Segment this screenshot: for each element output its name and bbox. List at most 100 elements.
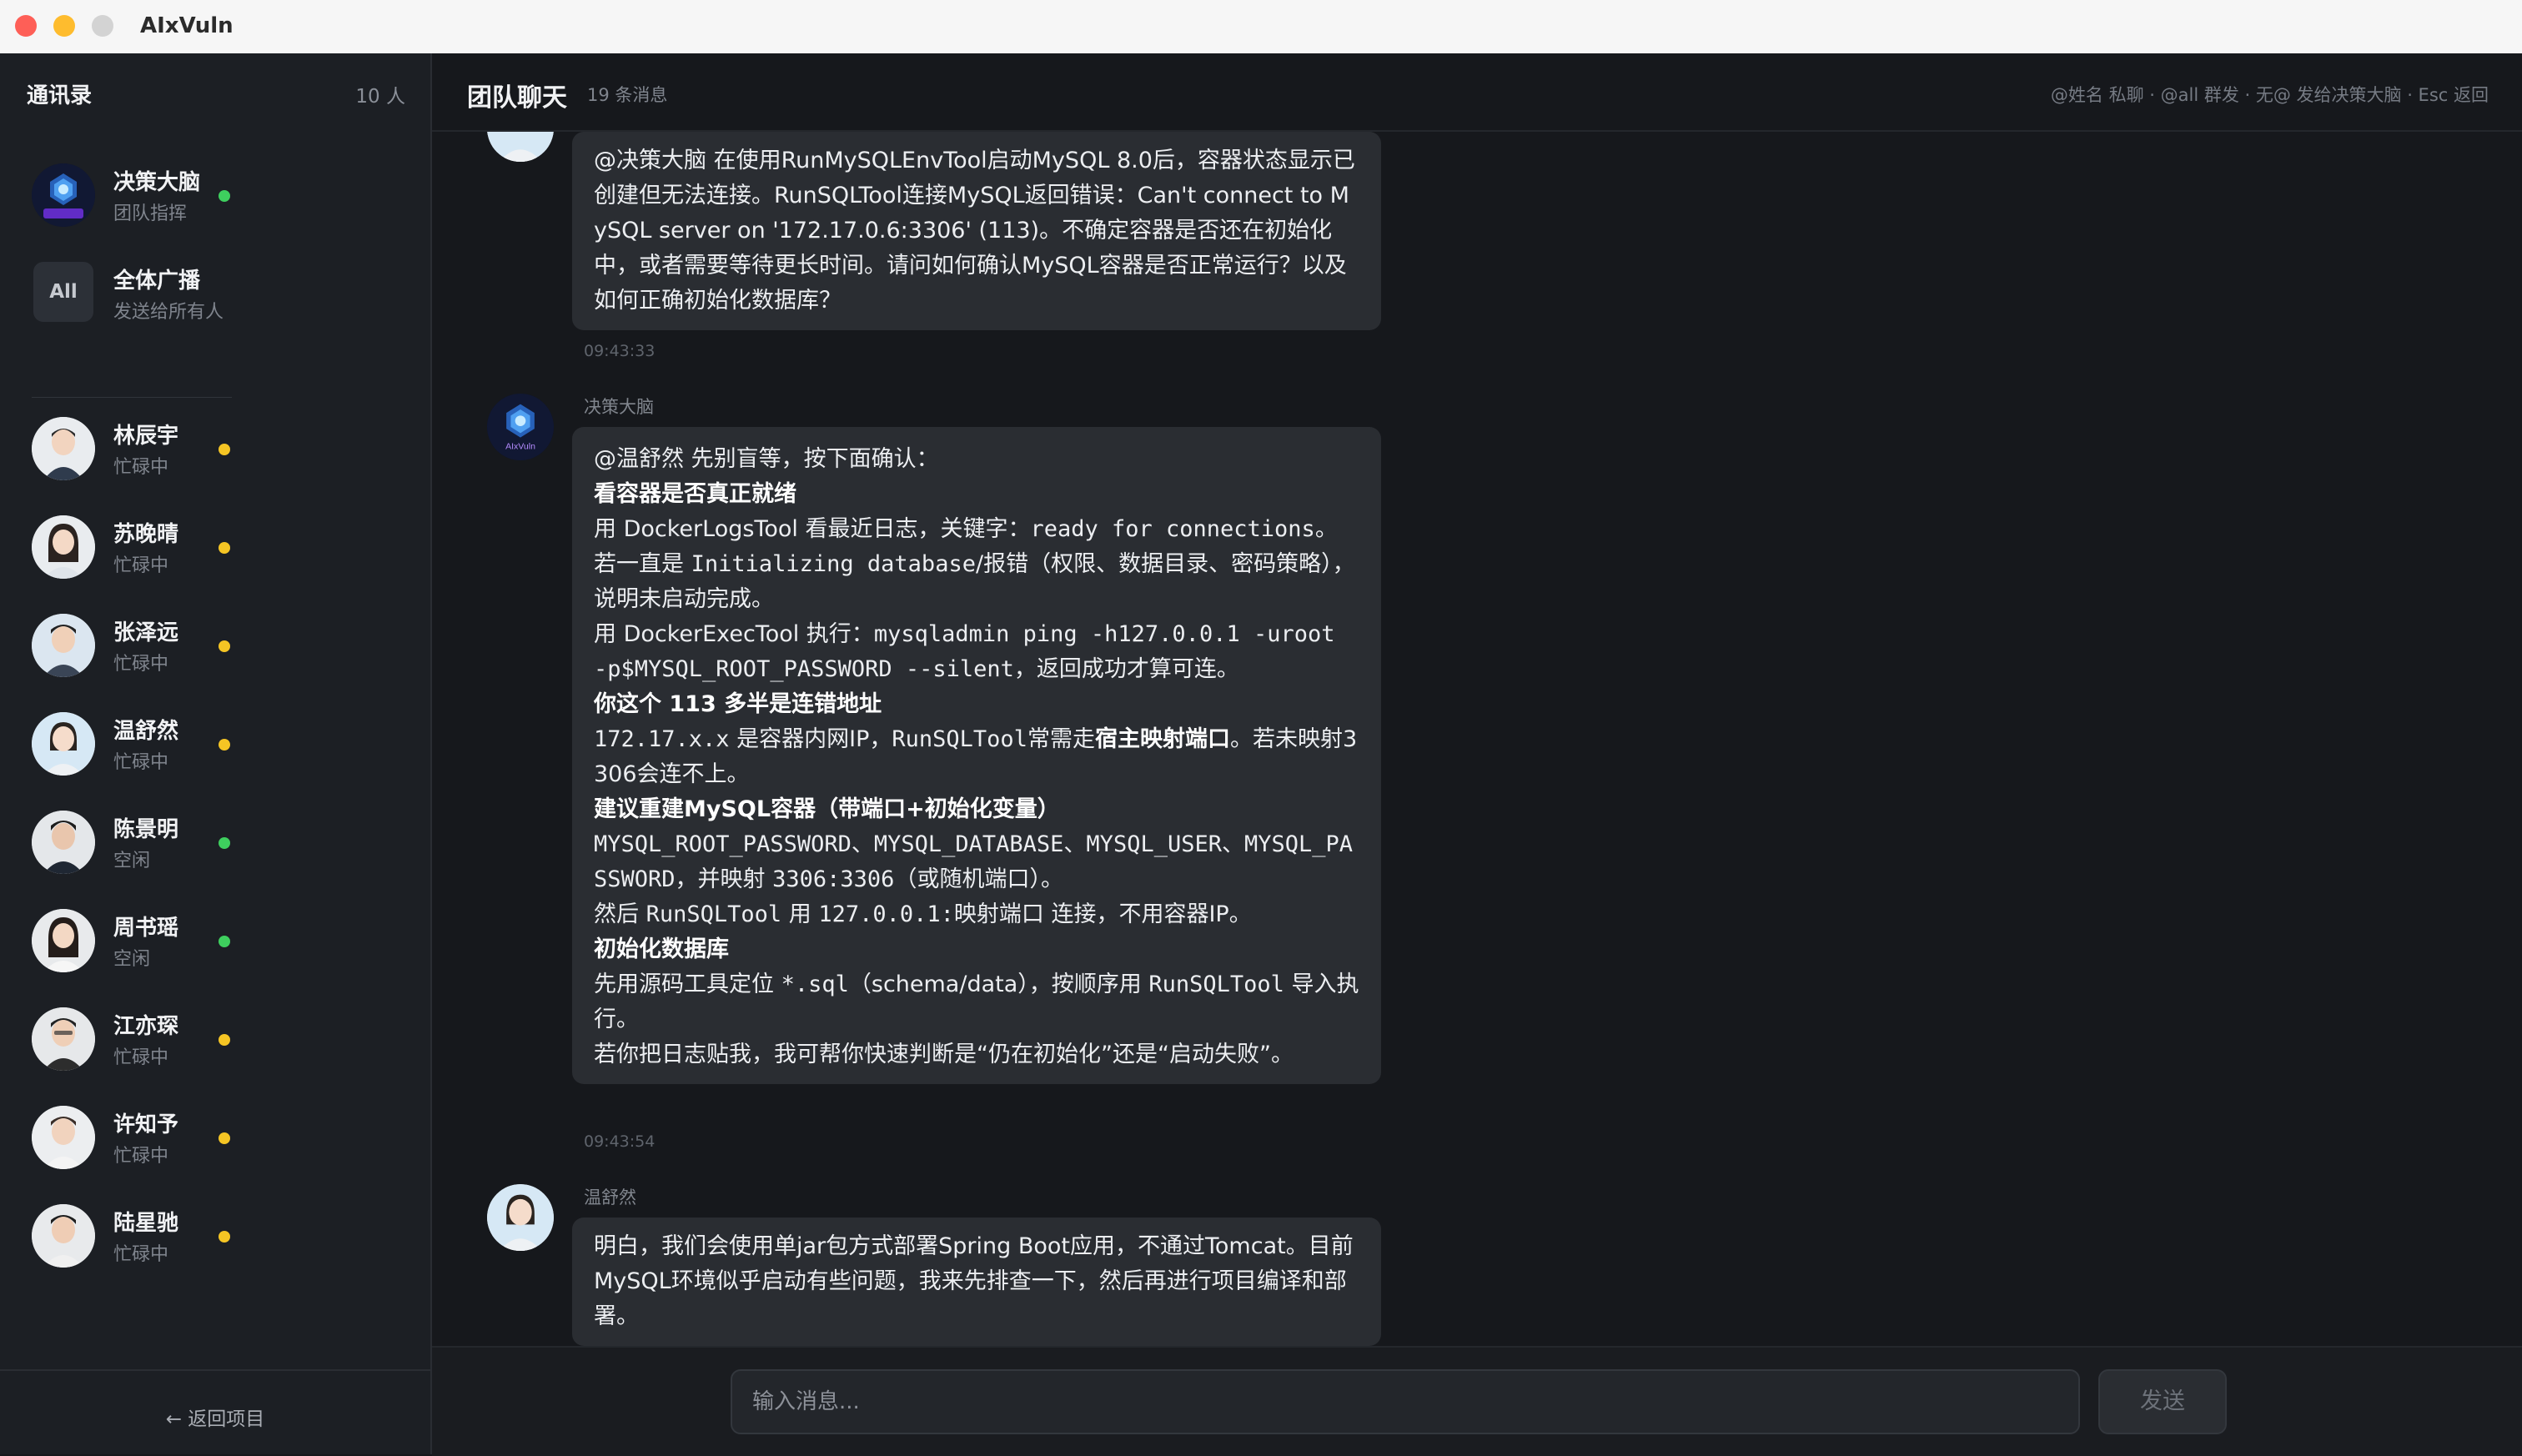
- sidebar-divider: [32, 397, 232, 398]
- message-text: ，返回成功才算可连。: [1013, 656, 1239, 682]
- contact-name: 全体广播: [113, 269, 201, 294]
- message-list[interactable]: @决策大脑 在使用RunMySQLEnvTool启动MySQL 8.0后，容器状…: [432, 132, 2522, 1346]
- contact-item[interactable]: 苏晚晴 忙碌中: [32, 512, 232, 582]
- contact-name: 温舒然: [113, 719, 179, 744]
- message-timestamp: 09:43:54: [584, 1132, 656, 1151]
- minimize-window-button[interactable]: [53, 15, 75, 37]
- app-title: AIxVuln: [140, 13, 234, 38]
- person-avatar-icon: [32, 909, 95, 972]
- back-to-project-link[interactable]: ← 返回项目: [0, 1403, 430, 1431]
- contacts-count: 10 人: [355, 86, 405, 108]
- contact-name: 许知予: [113, 1112, 179, 1137]
- keyboard-hint: @姓名 私聊 · @all 群发 · 无@ 发给决策大脑 · Esc 返回: [2050, 85, 2489, 105]
- contact-item[interactable]: 陈景明 空闲: [32, 807, 232, 877]
- contact-status: 空闲: [113, 851, 151, 871]
- contacts-header: 通讯录 10 人: [27, 78, 405, 112]
- person-avatar-icon: [32, 614, 95, 677]
- sender-name: 决策大脑: [584, 397, 654, 417]
- person-avatar-icon: [487, 1184, 554, 1251]
- message-text: 是容器内网IP，: [729, 726, 892, 752]
- inline-code: ready for connections: [1030, 516, 1315, 542]
- contact-name: 张泽远: [113, 620, 179, 645]
- person-avatar-icon: [32, 712, 95, 776]
- contact-name: 决策大脑: [113, 170, 201, 195]
- message-text: 若一直是: [594, 551, 691, 577]
- message-heading: 初始化数据库: [594, 936, 729, 962]
- contact-item[interactable]: 陆星驰 忙碌中: [32, 1201, 232, 1271]
- contact-status: 忙碌中: [113, 1047, 169, 1068]
- status-dot: [219, 1231, 230, 1243]
- send-button[interactable]: 发送: [2098, 1369, 2227, 1434]
- contact-name: 陈景明: [113, 817, 179, 842]
- person-avatar-icon: [32, 1007, 95, 1071]
- inline-code: 127.0.0.1:映射端口: [818, 901, 1044, 927]
- inline-code: 172.17.x.x: [594, 726, 730, 752]
- message-text: 明白，我们会使用单jar包方式部署Spring Boot应用，不通过Tomcat…: [594, 1233, 1354, 1329]
- message-text: 先用源码工具定位: [594, 972, 781, 997]
- inline-code: RunSQLTool: [892, 726, 1027, 752]
- contacts-title: 通讯录: [27, 83, 93, 108]
- contact-status: 忙碌中: [113, 1146, 169, 1167]
- message-bubble: 明白，我们会使用单jar包方式部署Spring Boot应用，不通过Tomcat…: [572, 1218, 1381, 1346]
- message-text: 用 DockerExecTool 执行：: [594, 621, 874, 647]
- contact-status: 忙碌中: [113, 555, 169, 576]
- message-line: 若你把日志贴我，我可帮你快速判断是“仍在初始化”还是“启动失败”。: [594, 1042, 1294, 1067]
- message-heading: 你这个 113 多半是连错地址: [594, 691, 882, 717]
- message-line: @温舒然 先别盲等，按下面确认：: [594, 446, 939, 472]
- person-avatar-icon: [32, 1204, 95, 1268]
- contact-name: 林辰宇: [113, 424, 179, 449]
- status-dot: [219, 1034, 230, 1046]
- message-text: 。: [1314, 516, 1338, 542]
- message-bubble: @温舒然 先别盲等，按下面确认： 看容器是否真正就绪 用 DockerLogsT…: [572, 427, 1381, 1084]
- message-input[interactable]: [731, 1369, 2080, 1434]
- contact-broadcast-all[interactable]: All 全体广播 发送给所有人: [32, 259, 232, 329]
- contacts-sidebar: 通讯录 10 人 决策大脑 团队指挥 All 全体广播 发送给所有人 林辰宇 忙…: [0, 53, 432, 1454]
- message-emphasis: 宿主映射端口: [1094, 726, 1230, 752]
- contact-status: 团队指挥: [113, 203, 188, 224]
- contact-name: 苏晚晴: [113, 522, 179, 547]
- message-text: 连接，不用容器IP。: [1043, 901, 1252, 927]
- inline-code: RunSQLTool: [1148, 972, 1284, 997]
- person-avatar-icon: [32, 811, 95, 874]
- status-dot: [219, 444, 230, 455]
- ai-logo-icon: [32, 163, 95, 227]
- contact-status: 忙碌中: [113, 654, 169, 675]
- contact-name: 江亦琛: [113, 1014, 179, 1039]
- message-text: 用 DockerLogsTool 看最近日志，关键字：: [594, 516, 1031, 542]
- contact-item[interactable]: 许知予 忙碌中: [32, 1102, 232, 1172]
- status-dot: [219, 1132, 230, 1144]
- broadcast-badge: All: [33, 262, 93, 322]
- window-titlebar: AIxVuln: [0, 0, 2522, 54]
- sender-name: 温舒然: [584, 1187, 636, 1207]
- message-text: 用: [781, 901, 819, 927]
- contact-item[interactable]: 张泽远 忙碌中: [32, 610, 232, 680]
- message-heading: 看容器是否真正就绪: [594, 481, 796, 507]
- composer: 发送: [432, 1346, 2522, 1456]
- contact-item[interactable]: 林辰宇 忙碌中: [32, 414, 232, 484]
- team-chat-panel: 团队聊天 19 条消息 @姓名 私聊 · @all 群发 · 无@ 发给决策大脑…: [432, 53, 2522, 1456]
- person-avatar-icon: [32, 417, 95, 480]
- contact-decision-brain[interactable]: 决策大脑 团队指挥: [32, 160, 232, 230]
- status-dot: [219, 739, 230, 751]
- ai-logo-icon: AIxVuln: [487, 394, 554, 460]
- message-text: 然后: [594, 901, 646, 927]
- inline-code: Initializing database: [691, 551, 976, 577]
- status-dot: [219, 190, 230, 202]
- contact-item[interactable]: 江亦琛 忙碌中: [32, 1004, 232, 1074]
- inline-code: 3306:3306: [772, 866, 895, 892]
- status-dot: [219, 837, 230, 849]
- message-text: @决策大脑 在使用RunMySQLEnvTool启动MySQL 8.0后，容器状…: [594, 148, 1355, 314]
- close-window-button[interactable]: [15, 15, 37, 37]
- contact-item[interactable]: 周书瑶 空闲: [32, 906, 232, 976]
- message-heading: 建议重建MySQL容器（带端口+初始化变量）: [594, 796, 1060, 822]
- status-dot: [219, 936, 230, 947]
- sidebar-footer: ← 返回项目: [0, 1369, 430, 1456]
- person-avatar-icon: [32, 1106, 95, 1169]
- message-count: 19 条消息: [587, 85, 668, 105]
- contact-item[interactable]: 温舒然 忙碌中: [32, 709, 232, 779]
- chat-title: 团队聊天: [467, 83, 567, 113]
- inline-code: RunSQLTool: [646, 901, 782, 927]
- contact-status: 空闲: [113, 949, 151, 970]
- message-text: ，并映射: [675, 866, 773, 892]
- zoom-window-button[interactable]: [92, 15, 113, 37]
